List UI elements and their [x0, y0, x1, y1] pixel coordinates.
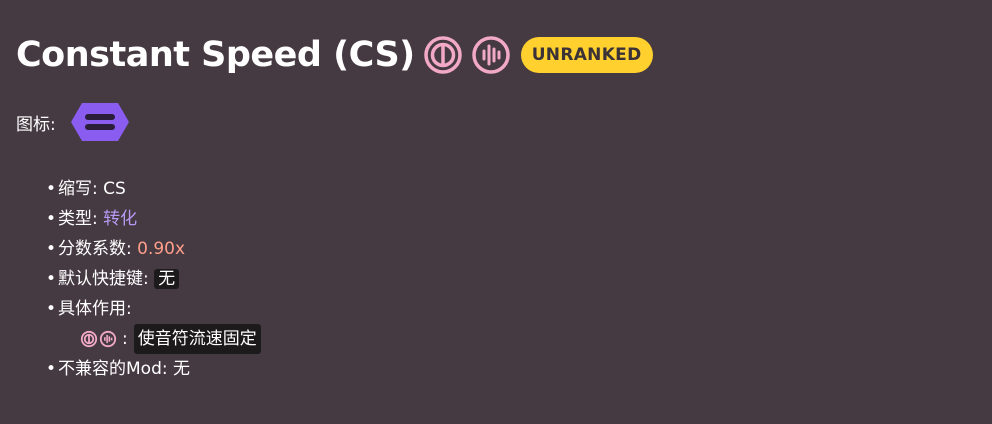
type-label: 类型:: [58, 209, 98, 229]
effect-detail: : 使音符流速固定: [80, 324, 261, 354]
effect-label: 具体作用:: [58, 299, 132, 319]
unranked-badge: UNRANKED: [520, 37, 653, 73]
effect-colon: :: [122, 329, 128, 349]
effect-value: 使音符流速固定: [133, 324, 261, 354]
list-item: • 具体作用: : 使音符流速固定: [46, 294, 261, 354]
hotkey-label: 默认快捷键:: [58, 269, 149, 289]
constant-speed-circle-icon: [423, 35, 463, 75]
page-title: Constant Speed (CS): [16, 35, 415, 75]
list-item: • 缩写: CS: [46, 179, 126, 199]
incompatible-value: 无: [173, 359, 190, 379]
list-item: • 默认快捷键: 无: [46, 264, 261, 294]
icon-label: 图标:: [16, 114, 56, 135]
mod-icons-small: [80, 330, 118, 348]
list-item: • 类型: 转化: [46, 209, 138, 229]
multiplier-value: 0.90x: [137, 239, 186, 259]
multiplier-label: 分数系数:: [58, 239, 132, 259]
abbr-value: CS: [103, 179, 126, 199]
hexagon-lines-icon: [70, 102, 130, 142]
list-item: • 不兼容的Mod: 无: [46, 359, 190, 379]
abbr-label: 缩写:: [58, 179, 98, 199]
incompatible-label: 不兼容的Mod:: [58, 359, 168, 379]
icon-row: 图标:: [16, 102, 130, 142]
waveform-circle-icon: [471, 35, 511, 75]
constant-speed-circle-icon: [80, 330, 98, 348]
header: Constant Speed (CS) UNRANKED: [16, 30, 653, 80]
hotkey-value: 无: [154, 269, 180, 289]
list-item: • 分数系数: 0.90x: [46, 239, 186, 259]
type-value: 转化: [103, 209, 138, 229]
properties-list: • 缩写: CS • 类型: 转化 • 分数系数: 0.90x • 默认快捷键: 无 •…: [46, 174, 261, 384]
waveform-circle-icon: [99, 330, 117, 348]
